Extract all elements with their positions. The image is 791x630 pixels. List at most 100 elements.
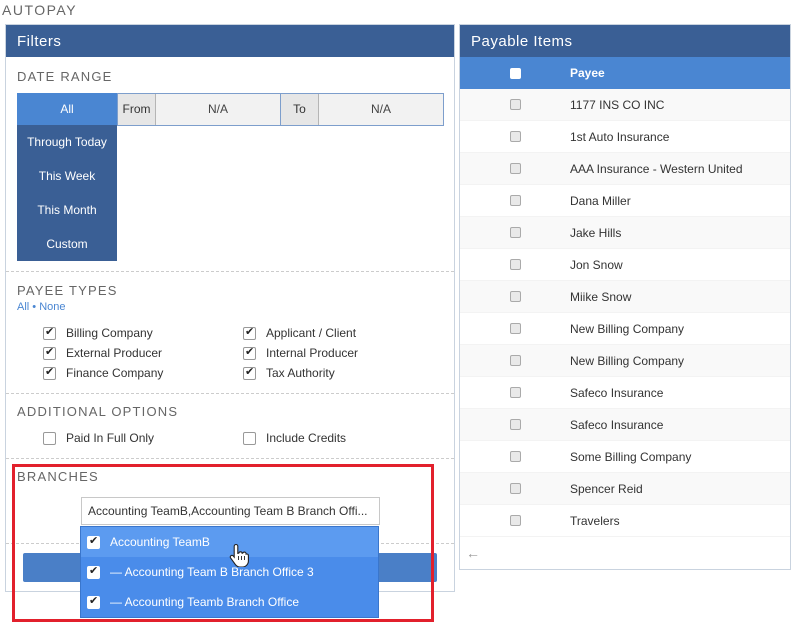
payee-name: Safeco Insurance	[570, 417, 664, 432]
row-checkbox[interactable]	[509, 419, 521, 430]
row-checkbox[interactable]	[509, 163, 521, 174]
checkbox[interactable]	[87, 594, 100, 609]
payable-rows: 1177 INS CO INC 1st Auto Insurance AAA I…	[460, 89, 790, 537]
filters-panel: Filters DATE RANGE All Through Today Thi…	[5, 24, 455, 592]
date-range-all[interactable]: All	[17, 93, 117, 125]
row-checkbox[interactable]	[509, 515, 521, 526]
page-title: AUTOPAY	[2, 2, 78, 18]
row-checkbox[interactable]	[509, 195, 521, 206]
payable-items-panel: Payable Items Payee 1177 INS CO INC 1st …	[459, 24, 791, 570]
checkbox[interactable]	[43, 345, 56, 360]
row-checkbox[interactable]	[509, 451, 521, 462]
table-row[interactable]: Spencer Reid	[460, 473, 790, 505]
date-inputs: From N/A To N/A	[117, 93, 444, 126]
payee-type-billing-company[interactable]: Billing Company	[43, 325, 153, 340]
branch-option-branch-office[interactable]: — Accounting Teamb Branch Office	[81, 587, 378, 617]
to-label: To	[281, 94, 319, 125]
date-range-options: All Through Today This Week This Month C…	[17, 93, 117, 261]
table-row[interactable]: Some Billing Company	[460, 441, 790, 473]
row-checkbox[interactable]	[509, 131, 521, 142]
payee-type-external-producer[interactable]: External Producer	[43, 345, 163, 360]
table-row[interactable]: 1st Auto Insurance	[460, 121, 790, 153]
payee-name: Jake Hills	[570, 225, 622, 240]
option-include-credits[interactable]: Include Credits	[243, 431, 346, 445]
checkbox[interactable]	[87, 534, 100, 549]
select-all-checkbox[interactable]	[509, 67, 521, 79]
table-row[interactable]: Safeco Insurance	[460, 377, 790, 409]
hand-cursor-icon	[229, 543, 249, 567]
branch-option-label: — Accounting Team B Branch Office 3	[110, 565, 314, 579]
from-label: From	[118, 94, 156, 125]
row-checkbox[interactable]	[509, 227, 521, 238]
checkbox[interactable]	[43, 365, 56, 380]
option-paid-in-full-only[interactable]: Paid In Full Only	[43, 431, 154, 445]
row-checkbox[interactable]	[509, 483, 521, 494]
payee-name: Miike Snow	[570, 289, 632, 304]
divider	[6, 458, 454, 459]
payable-table-header: Payee	[460, 57, 790, 89]
table-row[interactable]: New Billing Company	[460, 313, 790, 345]
date-range-this-month[interactable]: This Month	[17, 193, 117, 227]
row-checkbox[interactable]	[509, 99, 521, 110]
table-row[interactable]: Miike Snow	[460, 281, 790, 313]
to-date-field[interactable]: N/A	[319, 94, 443, 125]
payee-type-internal-producer[interactable]: Internal Producer	[243, 345, 359, 360]
table-row[interactable]: AAA Insurance - Western United	[460, 153, 790, 185]
date-range-through-today[interactable]: Through Today	[17, 125, 117, 159]
row-checkbox[interactable]	[509, 259, 521, 270]
checkbox-label: Include Credits	[266, 431, 347, 445]
checkbox[interactable]	[243, 431, 256, 445]
checkbox[interactable]	[243, 365, 256, 380]
payee-column-header[interactable]: Payee	[570, 66, 605, 80]
payee-name: Some Billing Company	[570, 449, 692, 464]
payee-type-finance-company[interactable]: Finance Company	[43, 365, 164, 380]
payee-name: Spencer Reid	[570, 481, 643, 496]
table-row[interactable]: 1177 INS CO INC	[460, 89, 790, 121]
date-range-custom[interactable]: Custom	[17, 227, 117, 261]
from-date-field[interactable]: N/A	[156, 94, 281, 125]
checkbox[interactable]	[243, 345, 256, 360]
checkbox-label: Internal Producer	[266, 346, 359, 360]
payee-type-tax-authority[interactable]: Tax Authority	[243, 365, 335, 380]
checkbox-label: Tax Authority	[266, 366, 335, 380]
checkbox-label: Finance Company	[66, 366, 164, 380]
row-checkbox[interactable]	[509, 355, 521, 366]
row-checkbox[interactable]	[509, 387, 521, 398]
branch-option-label: — Accounting Teamb Branch Office	[110, 595, 299, 609]
checkbox[interactable]	[43, 325, 56, 340]
checkbox[interactable]	[243, 325, 256, 340]
branches-title: BRANCHES	[17, 469, 99, 484]
table-row[interactable]: New Billing Company	[460, 345, 790, 377]
table-row[interactable]: Safeco Insurance	[460, 409, 790, 441]
table-row[interactable]: Jake Hills	[460, 217, 790, 249]
date-range-this-week[interactable]: This Week	[17, 159, 117, 193]
filters-header: Filters	[6, 25, 454, 57]
row-checkbox[interactable]	[509, 323, 521, 334]
checkbox[interactable]	[43, 431, 56, 445]
payee-types-title: PAYEE TYPES	[17, 283, 118, 298]
row-checkbox[interactable]	[509, 291, 521, 302]
checkbox-label: External Producer	[66, 346, 163, 360]
payee-name: Jon Snow	[570, 257, 623, 272]
payee-name: New Billing Company	[570, 321, 685, 336]
payee-name: 1st Auto Insurance	[570, 129, 670, 144]
payee-name: 1177 INS CO INC	[570, 97, 665, 112]
payee-name: Travelers	[570, 513, 620, 528]
payee-name: Safeco Insurance	[570, 385, 664, 400]
branch-option-label: Accounting TeamB	[110, 535, 210, 549]
table-row[interactable]: Jon Snow	[460, 249, 790, 281]
select-all-link[interactable]: All	[17, 301, 29, 313]
back-arrow-icon[interactable]: ←	[466, 545, 480, 561]
select-none-link[interactable]: None	[39, 301, 65, 313]
link-separator: •	[32, 301, 37, 313]
checkbox-label: Paid In Full Only	[66, 431, 155, 445]
payee-types-links: All • None	[17, 301, 66, 313]
branch-select[interactable]: Accounting TeamB,Accounting Team B Branc…	[81, 497, 380, 525]
divider	[6, 271, 454, 272]
checkbox[interactable]	[87, 564, 100, 579]
payee-type-applicant-client[interactable]: Applicant / Client	[243, 325, 356, 340]
table-row[interactable]: Travelers	[460, 505, 790, 537]
payable-header: Payable Items	[460, 25, 790, 57]
payee-name: New Billing Company	[570, 353, 685, 368]
table-row[interactable]: Dana Miller	[460, 185, 790, 217]
